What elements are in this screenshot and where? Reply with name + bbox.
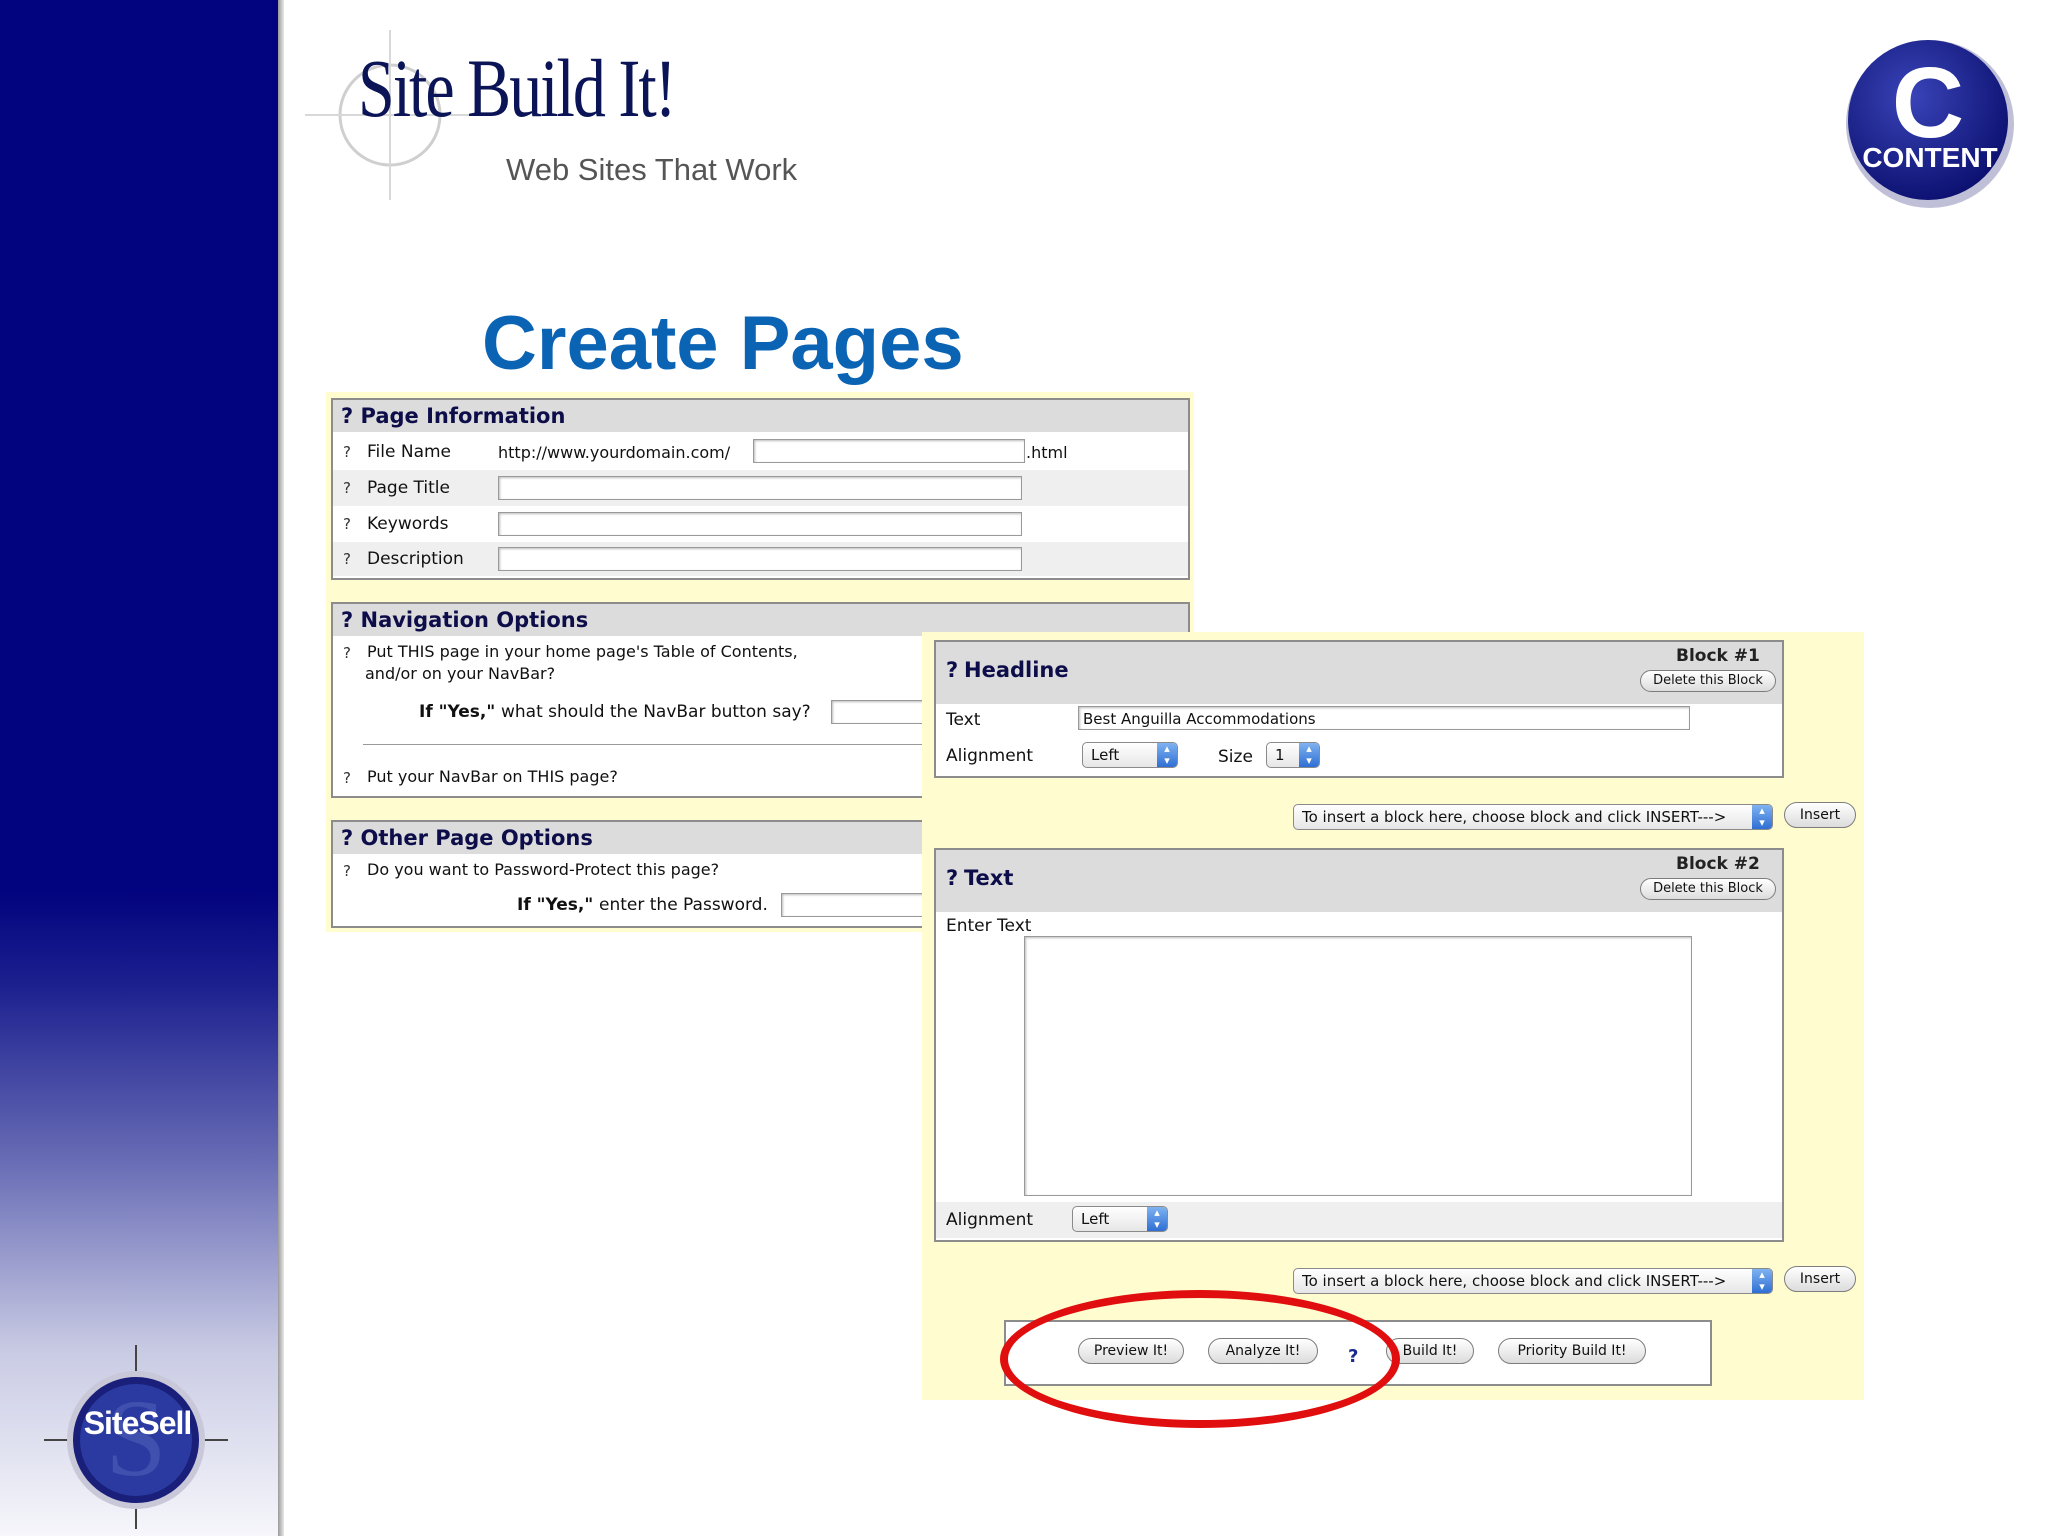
priority-build-button[interactable]: Priority Build It! <box>1498 1338 1646 1364</box>
help-icon[interactable]: ? <box>343 550 351 568</box>
help-icon[interactable]: ? <box>341 826 361 850</box>
page-title-input[interactable] <box>498 476 1022 500</box>
section-title: Page Information <box>360 404 566 428</box>
page-information-header: ? Page Information <box>333 400 1188 432</box>
enter-text-label: Enter Text <box>946 916 1032 936</box>
content-badge-icon: C <box>1846 40 2014 208</box>
select-arrows-icon: ▴ ▾ <box>1299 743 1319 767</box>
delete-block-button[interactable]: Delete this Block <box>1640 878 1776 900</box>
section-title: Navigation Options <box>360 608 589 632</box>
help-icon[interactable]: ? <box>343 769 351 787</box>
help-icon[interactable]: ? <box>341 608 361 632</box>
highlight-oval <box>1000 1290 1400 1428</box>
select-arrows-icon: ▴ ▾ <box>1147 1207 1167 1231</box>
help-icon[interactable]: ? <box>946 866 958 890</box>
domain-prefix: http://www.yourdomain.com/ <box>498 443 731 462</box>
size-value: 1 <box>1275 746 1285 764</box>
sitesell-label: SiteSell <box>83 1405 193 1441</box>
size-label: Size <box>1218 747 1253 767</box>
description-row: ? Description <box>333 542 1188 576</box>
description-input[interactable] <box>498 547 1022 571</box>
help-icon[interactable]: ? <box>343 515 351 533</box>
headline-block-title: Headline <box>964 658 1069 682</box>
block-number: Block #1 <box>1676 646 1760 666</box>
keywords-row: ? Keywords <box>333 506 1188 542</box>
if-yes-label: If "Yes," <box>517 895 594 915</box>
insert-block-select[interactable]: To insert a block here, choose block and… <box>1293 1268 1773 1294</box>
alignment-value: Left <box>1081 1210 1110 1228</box>
headline-text-input[interactable]: Best Anguilla Accommodations <box>1078 706 1690 730</box>
toc-question-line1: Put THIS page in your home page's Table … <box>367 642 798 661</box>
keywords-label: Keywords <box>367 514 449 534</box>
page-title: Create Pages <box>482 301 964 386</box>
help-icon[interactable]: ? <box>343 443 351 461</box>
help-icon[interactable]: ? <box>946 658 958 682</box>
alignment-value: Left <box>1091 746 1120 764</box>
insert-select-value: To insert a block here, choose block and… <box>1302 1272 1727 1290</box>
content-badge-label: CONTENT <box>1862 142 1998 173</box>
password-question: Do you want to Password-Protect this pag… <box>367 860 720 879</box>
page-title-label: Page Title <box>367 478 450 498</box>
select-arrows-icon: ▴ ▾ <box>1752 1269 1772 1293</box>
alignment-select[interactable]: Left ▴ ▾ <box>1082 742 1178 768</box>
password-prompt: enter the Password. <box>599 895 768 915</box>
text-label: Text <box>946 710 981 730</box>
text-block-textarea[interactable] <box>1024 936 1692 1196</box>
page-title-row: ? Page Title <box>333 470 1188 506</box>
insert-select-value: To insert a block here, choose block and… <box>1302 808 1727 826</box>
insert-button[interactable]: Insert <box>1784 1266 1856 1292</box>
help-icon[interactable]: ? <box>343 644 351 662</box>
keywords-input[interactable] <box>498 512 1022 536</box>
delete-block-button[interactable]: Delete this Block <box>1640 670 1776 692</box>
file-name-input[interactable] <box>753 439 1025 463</box>
headline-block: ? Headline Block #1 Delete this Block Te… <box>934 640 1784 778</box>
description-label: Description <box>367 549 464 569</box>
sidebar-divider <box>278 0 284 1536</box>
navbar-question: Put your NavBar on THIS page? <box>367 767 618 786</box>
file-name-label: File Name <box>367 442 452 462</box>
insert-button[interactable]: Insert <box>1784 802 1856 828</box>
help-icon[interactable]: ? <box>341 404 361 428</box>
if-yes-label: If "Yes," <box>419 702 496 722</box>
insert-block-select[interactable]: To insert a block here, choose block and… <box>1293 804 1773 830</box>
text-block: ? Text Block #2 Delete this Block Enter … <box>934 848 1784 1242</box>
help-icon[interactable]: ? <box>343 479 351 497</box>
file-name-row: ? File Name http://www.yourdomain.com/ .… <box>333 434 1188 470</box>
alignment-select[interactable]: Left ▴ ▾ <box>1072 1206 1168 1232</box>
logo-tagline: Web Sites That Work <box>506 152 798 187</box>
alignment-label: Alignment <box>946 1210 1034 1230</box>
select-arrows-icon: ▴ ▾ <box>1752 805 1772 829</box>
html-suffix: .html <box>1026 443 1068 462</box>
select-arrows-icon: ▴ ▾ <box>1157 743 1177 767</box>
page-information-section: ? Page Information ? File Name http://ww… <box>331 398 1190 580</box>
size-select[interactable]: 1 ▴ ▾ <box>1266 742 1320 768</box>
text-alignment-row: Alignment Left ▴ ▾ <box>936 1202 1782 1238</box>
password-input[interactable] <box>781 893 941 917</box>
navbar-button-question: what should the NavBar button say? <box>501 702 811 722</box>
site-build-it-logo: Site Build It! <box>358 43 677 135</box>
help-icon[interactable]: ? <box>343 862 351 880</box>
block-number: Block #2 <box>1676 854 1760 874</box>
text-block-title: Text <box>964 866 1014 890</box>
section-title: Other Page Options <box>360 826 593 850</box>
toc-question-line2: and/or on your NavBar? <box>365 664 556 683</box>
left-sidebar <box>0 0 278 1536</box>
alignment-label: Alignment <box>946 746 1034 766</box>
